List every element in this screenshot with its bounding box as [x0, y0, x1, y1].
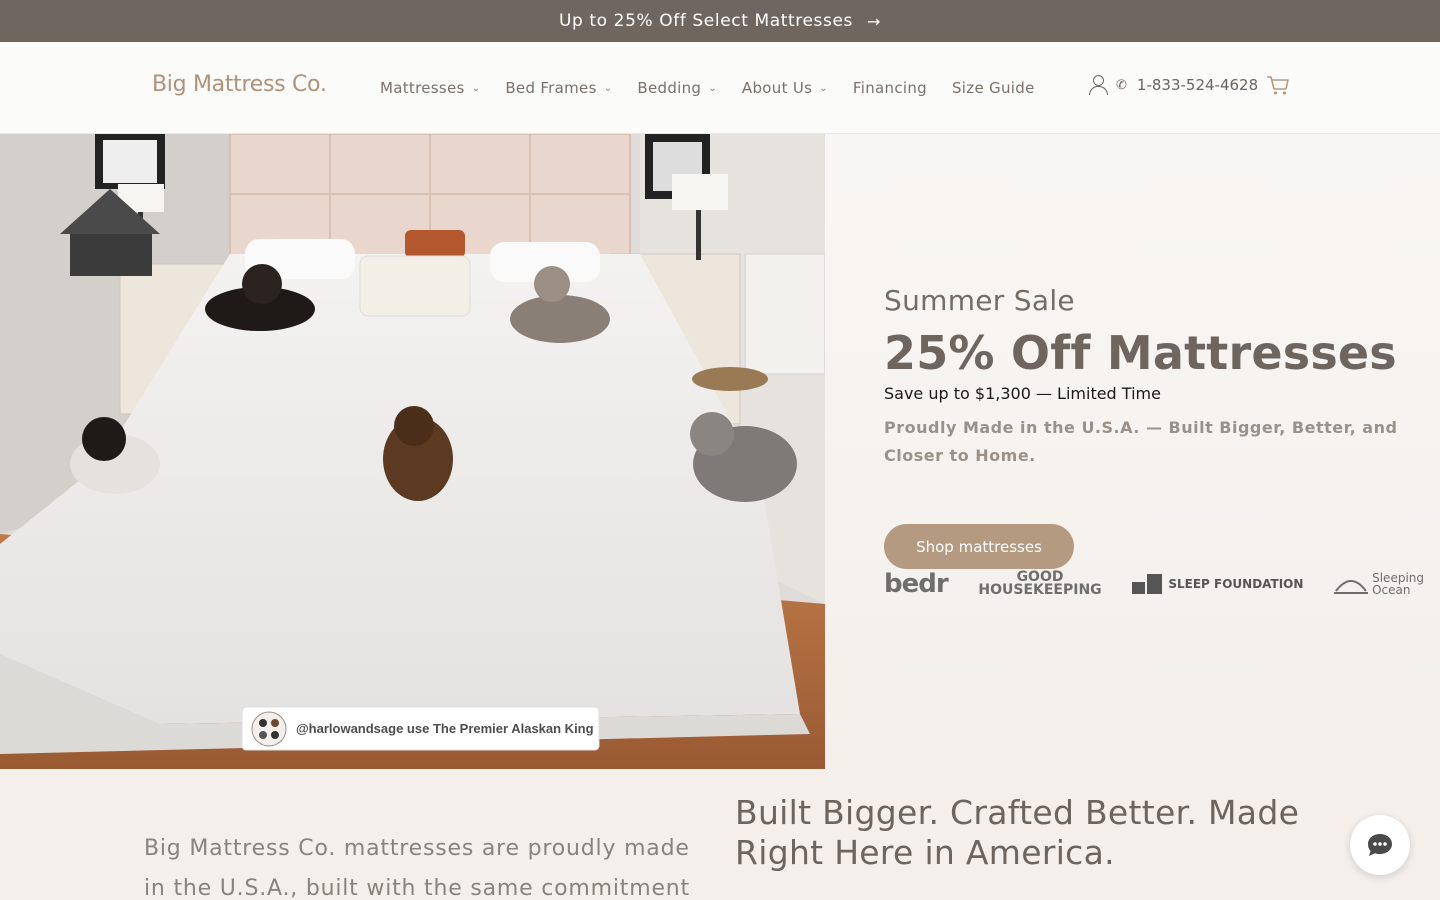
nav-item-financing[interactable]: Financing: [853, 79, 927, 97]
nav-item-mattresses[interactable]: Mattresses ⌄: [380, 79, 480, 97]
shop-mattresses-button[interactable]: Shop mattresses: [884, 524, 1074, 569]
announcement-text[interactable]: Up to 25% Off Select Mattresses: [559, 11, 853, 31]
phone-icon: ✆: [1116, 77, 1127, 93]
hero-image: @harlowandsage use The Premier Alaskan K…: [0, 134, 825, 769]
nav-item-bedding[interactable]: Bedding ⌄: [637, 79, 717, 97]
hero-subheading: Save up to $1,300 — Limited Time: [884, 384, 1161, 403]
chat-icon: [1368, 834, 1392, 856]
main-nav: Mattresses ⌄ Bed Frames ⌄ Bedding ⌄ About U…: [380, 79, 1035, 97]
phone-number[interactable]: 1-833-524-4628: [1137, 76, 1258, 94]
header-actions: ✆ 1-833-524-4628: [1088, 74, 1290, 96]
hero-tagline: Proudly Made in the U.S.A. — Built Bigge…: [884, 418, 1398, 465]
chevron-down-icon: ⌄: [819, 82, 828, 94]
nav-item-bed-frames[interactable]: Bed Frames ⌄: [505, 79, 612, 97]
bedr-logo: bedr: [884, 569, 949, 599]
intro-section: Big Mattress Co. mattresses are proudly …: [0, 769, 1440, 900]
sleep-foundation-icon: [1132, 574, 1163, 594]
chat-button[interactable]: [1350, 815, 1410, 875]
arrow-right-icon: →: [867, 11, 882, 31]
hero-headline: 25% Off Mattresses: [884, 326, 1397, 380]
nav-item-size-guide[interactable]: Size Guide: [952, 79, 1035, 97]
announcement-bar[interactable]: Up to 25% Off Select Mattresses →: [0, 0, 1440, 42]
cart-icon[interactable]: [1266, 74, 1290, 96]
sleeping-ocean-icon: [1334, 580, 1369, 594]
good-housekeeping-logo: GOOD HOUSEKEEPING: [978, 569, 1102, 598]
chevron-down-icon: ⌄: [708, 82, 717, 94]
site-header: Big Mattress Co. Mattresses ⌄ Bed Frames ⌄…: [0, 42, 1440, 134]
intro-paragraph: Big Mattress Co. mattresses are proudly …: [144, 836, 690, 900]
nav-item-about-us[interactable]: About Us ⌄: [742, 79, 828, 97]
logo[interactable]: Big Mattress Co.: [152, 64, 327, 104]
user-icon[interactable]: [1088, 74, 1108, 96]
intro-heading: Built Bigger. Crafted Better. Made Right…: [735, 793, 1300, 872]
hero-kicker: Summer Sale: [884, 284, 1075, 317]
chevron-down-icon: ⌄: [471, 82, 481, 94]
hero-content: Summer Sale 25% Off Mattresses Save up t…: [825, 134, 1440, 769]
sleep-foundation-logo: SLEEP FOUNDATION: [1132, 574, 1303, 594]
sleeping-ocean-logo: Sleeping Ocean: [1334, 572, 1424, 596]
chevron-down-icon: ⌄: [603, 82, 613, 94]
logo-text: Big Mattress Co.: [152, 71, 327, 97]
hero-image-caption: @harlowandsage use The Premier Alaskan K…: [296, 721, 594, 736]
press-logos: bedr GOOD HOUSEKEEPING SLEEP FOUNDATION …: [884, 568, 1424, 600]
